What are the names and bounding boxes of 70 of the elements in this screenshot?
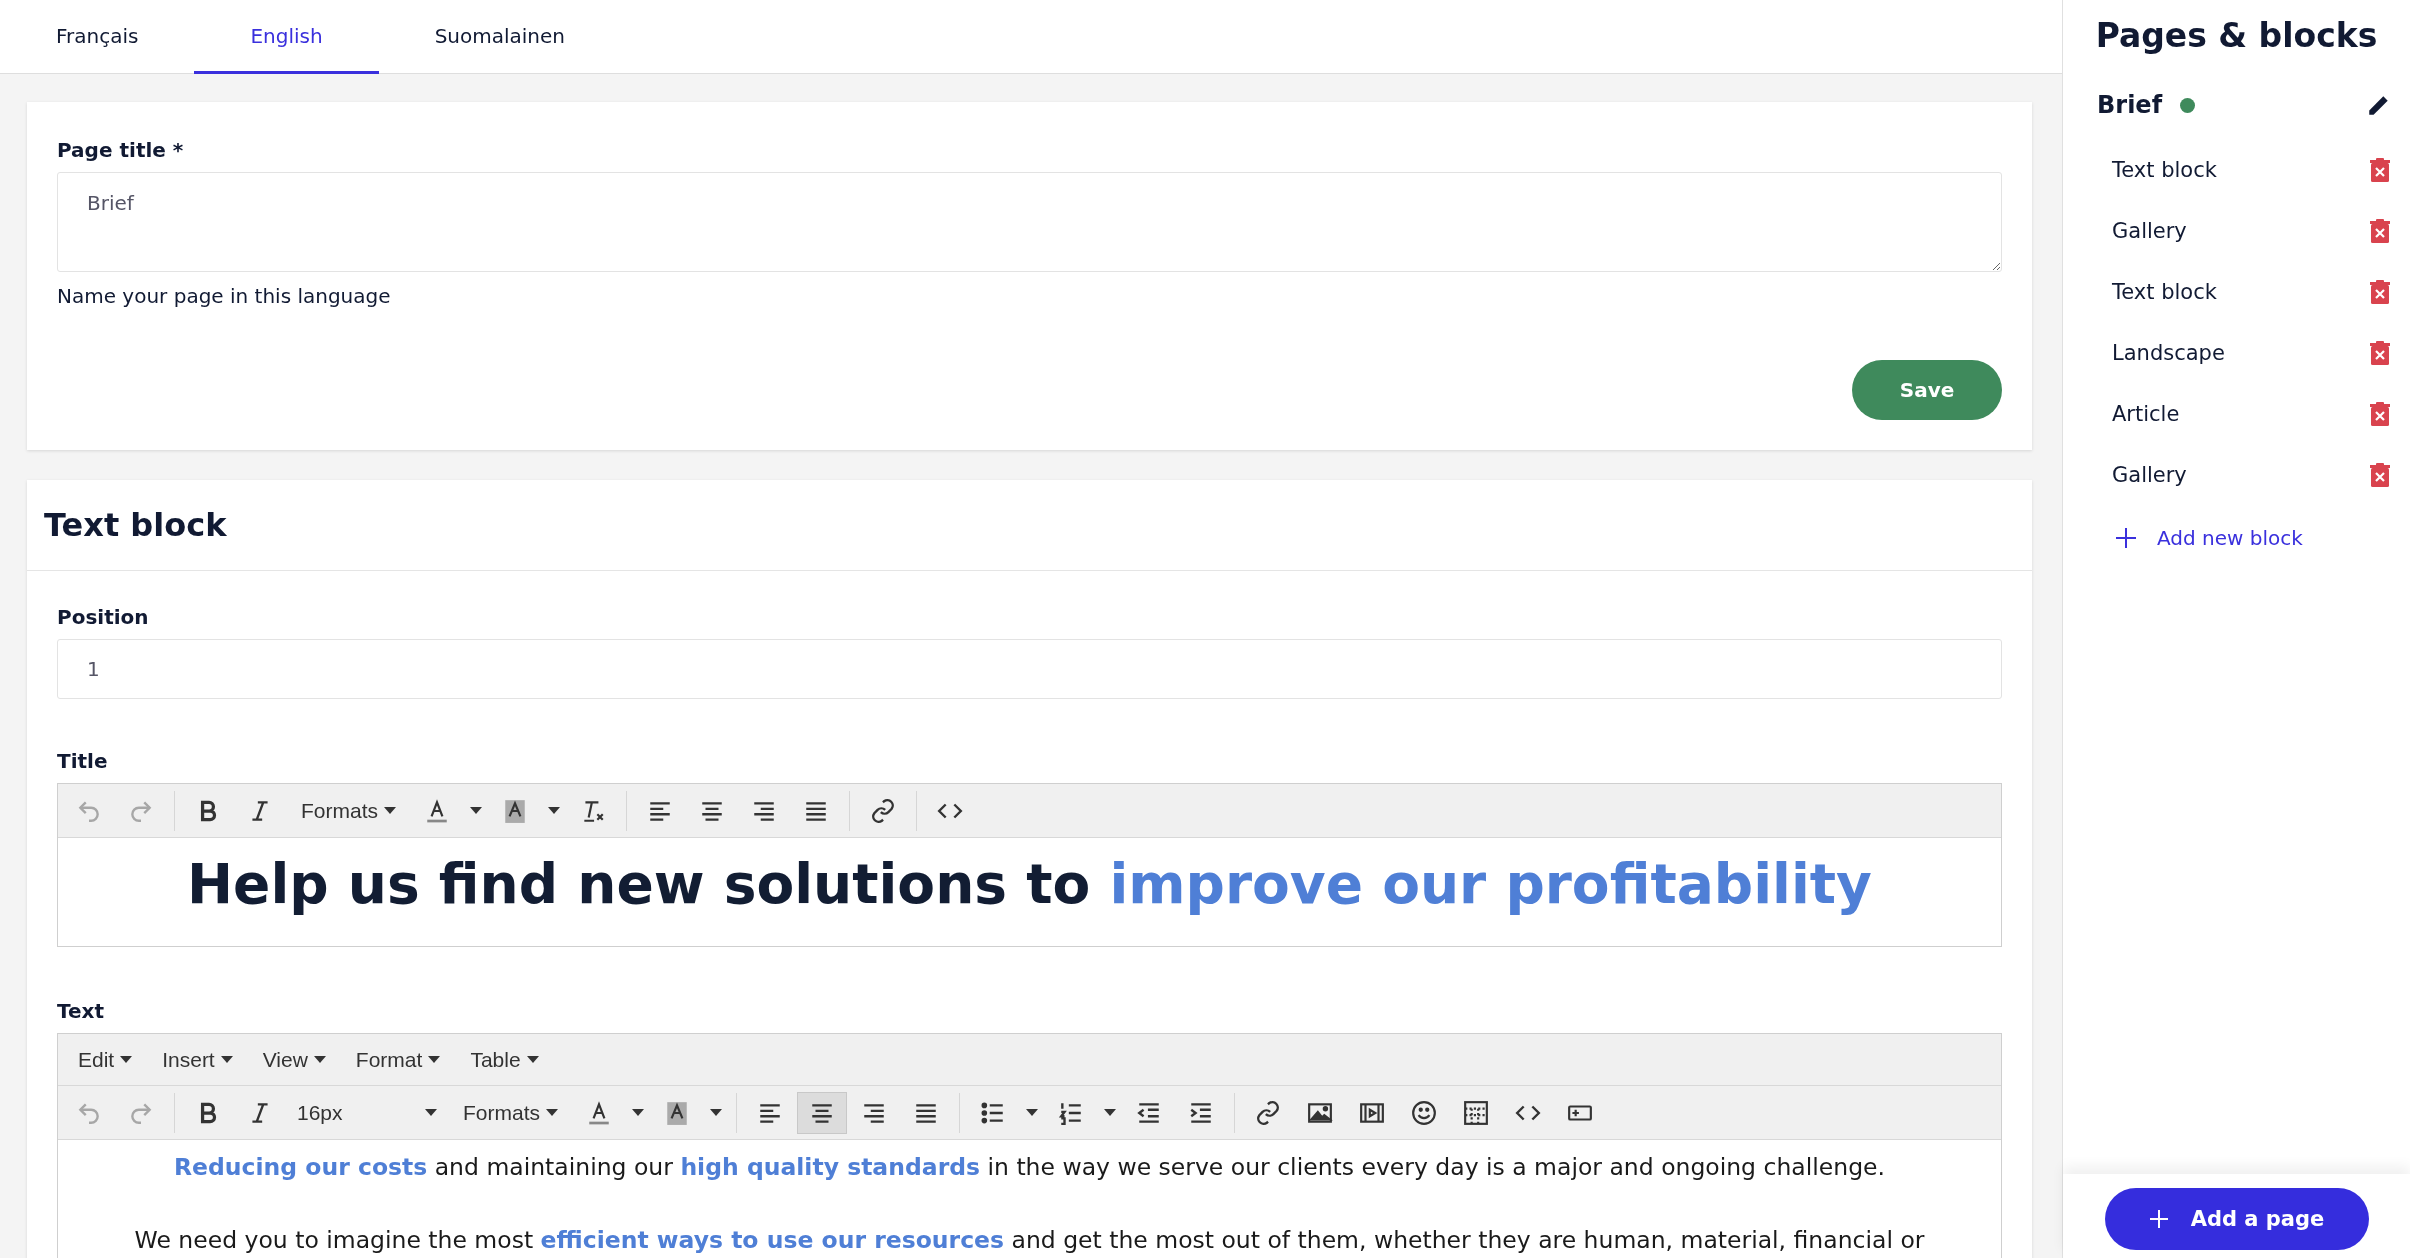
block-item[interactable]: Text block: [2112, 279, 2217, 304]
field-hint: Name your page in this language: [57, 284, 392, 308]
editor-menu[interactable]: Insert: [148, 1039, 247, 1080]
highlight-color-icon: [502, 797, 528, 824]
caret-icon: [425, 1108, 437, 1117]
caret-icon: [526, 1055, 539, 1064]
delete-button[interactable]: [2370, 401, 2390, 426]
page-title-field[interactable]: Brief: [57, 172, 2002, 272]
font-size-dropdown[interactable]: 16px: [287, 1091, 447, 1134]
delete-icon: [2370, 279, 2390, 304]
block-item[interactable]: Article: [2112, 401, 2180, 426]
caret-icon: [428, 1055, 441, 1064]
delete-icon: [2370, 462, 2390, 487]
title-editor[interactable]: Formats Help us find new solutions to improve our profitability: [57, 783, 2002, 947]
language-tab[interactable]: English: [194, 0, 379, 74]
highlight-color-icon: [664, 1099, 690, 1126]
field-label: Position: [57, 605, 150, 629]
field-label: Title: [57, 749, 109, 773]
caret-icon: [546, 1108, 558, 1117]
caret-icon: [1026, 1108, 1038, 1117]
page-name[interactable]: Brief: [2097, 91, 2163, 119]
delete-icon: [2370, 157, 2390, 182]
caret-icon: [220, 1055, 233, 1064]
block-item[interactable]: Gallery: [2112, 218, 2187, 243]
delete-icon: [2370, 340, 2390, 365]
block-title: Text block: [27, 480, 2032, 571]
delete-button[interactable]: [2370, 157, 2390, 182]
align-center-button[interactable]: [797, 1091, 847, 1134]
block-item[interactable]: Gallery: [2112, 462, 2187, 487]
save-button[interactable]: Save: [1852, 360, 2002, 420]
caret-icon: [313, 1055, 326, 1064]
caret-icon: [548, 806, 560, 815]
plus-icon: [2148, 1209, 2169, 1229]
sidebar-title: Pages & blocks: [2094, 15, 2379, 55]
link-icon: [1255, 1099, 1281, 1126]
link-icon: [870, 797, 896, 824]
delete-icon: [2370, 218, 2390, 243]
editor-menu[interactable]: View: [248, 1039, 340, 1080]
position-field[interactable]: 1: [57, 639, 2002, 699]
delete-icon: [2370, 401, 2390, 426]
language-tab[interactable]: Français: [0, 0, 195, 74]
block-item[interactable]: Landscape: [2112, 340, 2225, 365]
smiley-icon: [1411, 1099, 1437, 1126]
caret-icon: [1104, 1108, 1116, 1117]
table-icon: [1463, 1099, 1489, 1126]
delete-button[interactable]: [2370, 462, 2390, 487]
paragraph: We need you to imagine the most efficient ways to use our resources and get the most out of them, whether they are human, material, financial or: [133, 1225, 1926, 1257]
delete-button[interactable]: [2370, 218, 2390, 243]
delete-button[interactable]: [2370, 279, 2390, 304]
field-label: Text: [57, 999, 105, 1023]
paragraph: Reducing our costs and maintaining our high quality standards in the way we serve our clients every day is a major and ongoing challenge.: [173, 1152, 1886, 1183]
editor-menu[interactable]: Table: [456, 1039, 553, 1080]
caret-icon: [470, 806, 482, 815]
caret-icon: [384, 806, 396, 815]
editor-menu[interactable]: Edit: [64, 1039, 147, 1080]
caret-icon: [120, 1055, 133, 1064]
block-item[interactable]: Text block: [2112, 157, 2217, 182]
formats-dropdown[interactable]: Formats: [449, 1092, 572, 1133]
editor-menu[interactable]: Format: [341, 1039, 455, 1080]
text-editor[interactable]: [57, 1033, 2002, 1258]
add-page-button[interactable]: Add a page: [2104, 1188, 2369, 1250]
formats-dropdown[interactable]: Formats: [287, 790, 410, 831]
language-tab[interactable]: Suomalainen: [378, 0, 622, 74]
caret-icon: [710, 1108, 722, 1117]
plus-icon: [2115, 527, 2137, 549]
caret-icon: [632, 1108, 644, 1117]
title-heading: Help us find new solutions to improve our profitability: [186, 851, 1873, 918]
delete-button[interactable]: [2370, 340, 2390, 365]
add-block-link[interactable]: Add new block: [2063, 513, 2410, 563]
field-label: Page title *: [57, 138, 185, 162]
